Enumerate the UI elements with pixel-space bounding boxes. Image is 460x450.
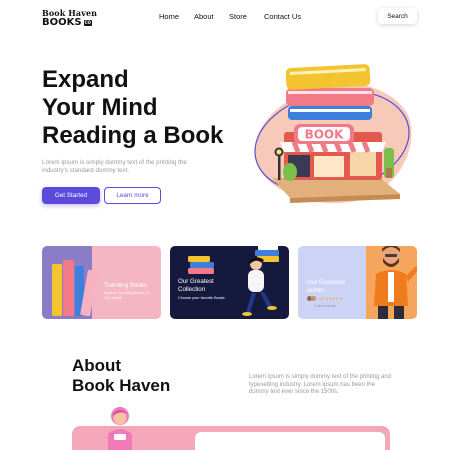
hero-title-line: Expand xyxy=(42,66,129,93)
avatar xyxy=(311,296,316,301)
person-carrying-books-icon xyxy=(242,246,279,316)
hero-title: Expand Your Mind Reading a Book xyxy=(42,66,223,150)
logo-wordmark: BOOKS xyxy=(42,17,82,28)
hero-title-line: Your Mind xyxy=(42,94,158,121)
logo-badge: CO xyxy=(83,20,92,26)
hero-description: Lorem Ipsum is simply dummy text of the … xyxy=(42,159,187,174)
get-started-button[interactable]: Get Started xyxy=(42,187,100,204)
search-button[interactable]: Search xyxy=(378,8,417,24)
logo-line-1: Book Haven xyxy=(42,8,98,18)
card-subtitle: Explore Trending Books of The Month xyxy=(104,291,149,300)
bookstore-illustration: BOOK xyxy=(254,64,412,204)
nav-link-home[interactable]: Home xyxy=(159,12,179,21)
about-title: About Book Haven xyxy=(72,356,170,396)
girl-reading-icon xyxy=(108,407,132,450)
rating-text: 4.8 ★★★★★ xyxy=(319,297,343,301)
hero-title-line: Reading a Book xyxy=(42,122,224,149)
nav-link-about[interactable]: About xyxy=(194,12,214,21)
author-character-icon xyxy=(374,246,417,319)
card-subtitle: Choose your favorite Books xyxy=(178,296,225,300)
trending-books-card[interactable]: Trending Books Explore Trending Books of… xyxy=(42,246,161,319)
about-title-line: About xyxy=(72,356,122,375)
learn-more-button[interactable]: Learn more xyxy=(104,187,161,204)
collection-card[interactable]: Our Greatest Collection Choose your favo… xyxy=(170,246,289,319)
nav-link-contact[interactable]: Contact Us xyxy=(264,12,301,21)
author-avatars: 4.8 ★★★★★ xyxy=(307,296,342,301)
review-count: 1.4K reviews xyxy=(314,304,336,308)
nav-link-store[interactable]: Store xyxy=(229,12,247,21)
card-title: Our Greatest Collection xyxy=(178,278,214,293)
books-stack-icon xyxy=(52,260,98,316)
logo-line-2: BOOKS CO xyxy=(42,18,97,28)
about-title-line: Book Haven xyxy=(72,376,171,395)
book-yellow xyxy=(285,64,371,90)
exclusive-author-card[interactable]: Our Exclusive author 4.8 ★★★★★ 1.4K revi… xyxy=(298,246,417,319)
about-content-panel xyxy=(195,432,385,450)
book-blue xyxy=(288,106,372,120)
card-title: Our Exclusive author xyxy=(307,279,346,294)
brand-logo[interactable]: Book Haven BOOKS CO xyxy=(42,9,97,28)
books-pile-icon xyxy=(188,256,214,274)
shop-sign-text: BOOK xyxy=(305,128,345,142)
book-pink xyxy=(286,88,374,106)
card-title: Trending Books xyxy=(104,282,148,289)
about-description: Lorem Ipsum is simply dummy text of the … xyxy=(249,374,392,396)
